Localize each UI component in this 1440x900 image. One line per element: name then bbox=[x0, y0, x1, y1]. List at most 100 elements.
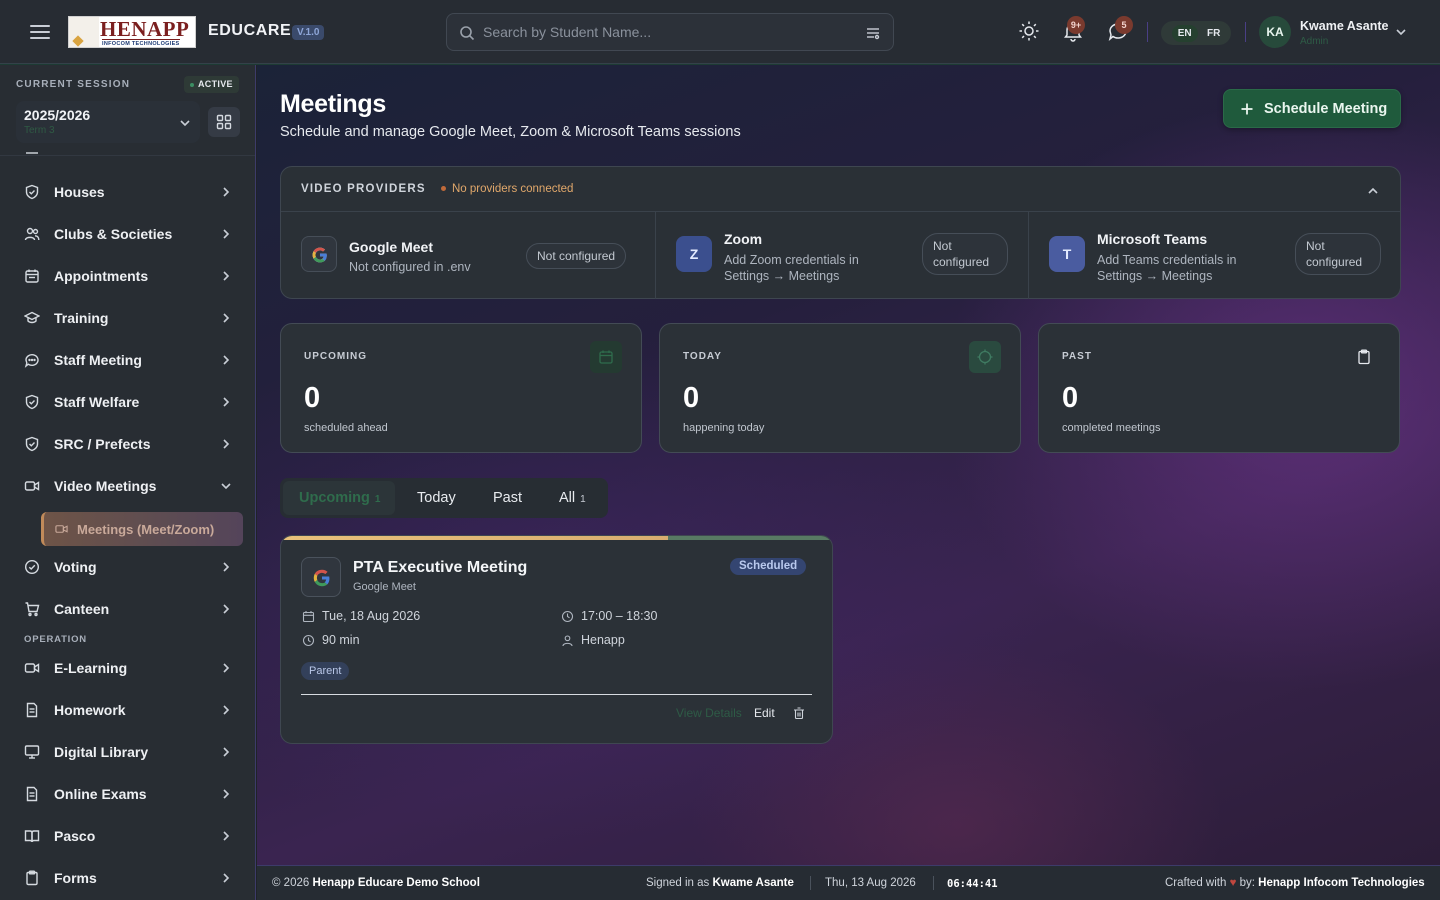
notifications-badge: 9+ bbox=[1067, 16, 1085, 34]
theme-toggle-sun-icon[interactable] bbox=[1018, 20, 1040, 42]
tab-all[interactable]: All 1 bbox=[559, 478, 586, 518]
sidebar-item-label: Training bbox=[54, 310, 109, 326]
session-selector[interactable]: 2025/2026 Term 3 bbox=[16, 101, 200, 143]
sidebar-item-homework[interactable]: Homework bbox=[16, 693, 240, 727]
crafted-suffix: by: bbox=[1239, 877, 1255, 889]
sidebar-item-staff-welfare[interactable]: Staff Welfare bbox=[16, 385, 240, 419]
book-icon bbox=[24, 830, 40, 843]
trash-icon[interactable] bbox=[793, 707, 805, 720]
video-icon bbox=[55, 525, 68, 533]
sidebar-item-pasco[interactable]: Pasco bbox=[16, 819, 240, 853]
tab-upcoming[interactable]: Upcoming 1 bbox=[283, 481, 395, 515]
schedule-meeting-button[interactable]: Schedule Meeting bbox=[1223, 89, 1401, 128]
session-status-badge: ACTIVE bbox=[184, 76, 239, 93]
calendar-icon bbox=[25, 269, 39, 283]
lang-en[interactable]: EN bbox=[1171, 24, 1198, 42]
stat-label: PAST bbox=[1062, 351, 1092, 362]
meeting-title: PTA Executive Meeting bbox=[353, 559, 528, 576]
provider-description: Not configured in .env bbox=[349, 260, 471, 274]
edit-meeting-button[interactable]: Edit bbox=[754, 706, 775, 720]
graduation-cap-icon bbox=[24, 311, 40, 324]
stat-value: 0 bbox=[1062, 382, 1079, 414]
video-providers-panel: VIDEO PROVIDERS No providers connected G… bbox=[280, 166, 1401, 299]
sidebar-item-label: Forms bbox=[54, 870, 97, 886]
provider-name: Zoom bbox=[724, 231, 763, 247]
school-name: Henapp Educare Demo School bbox=[312, 877, 480, 889]
sidebar-item-training[interactable]: Training bbox=[16, 301, 240, 335]
sidebar-item-src-prefects[interactable]: SRC / Prefects bbox=[16, 427, 240, 461]
calendar-icon bbox=[302, 611, 315, 623]
view-details-link[interactable]: View Details bbox=[676, 706, 742, 720]
scrolled-item-icon bbox=[26, 152, 38, 154]
provider-zoom: Z Zoom Add Zoom credentials in Settings … bbox=[655, 212, 1028, 299]
section-label-operation: OPERATION bbox=[24, 634, 87, 645]
sidebar-item-label: Appointments bbox=[54, 268, 149, 284]
stat-card-past: PAST 0 completed meetings bbox=[1038, 323, 1400, 453]
target-icon bbox=[969, 341, 1001, 373]
chevron-up-icon[interactable] bbox=[1366, 184, 1380, 198]
chevron-down-icon bbox=[180, 120, 190, 127]
sidebar-item-clubs[interactable]: Clubs & Societies bbox=[16, 217, 240, 251]
chevron-right-icon bbox=[223, 313, 230, 323]
stat-value: 0 bbox=[683, 382, 700, 414]
avatar[interactable]: KA bbox=[1259, 16, 1291, 48]
top-divider bbox=[1245, 22, 1246, 42]
sidebar-item-label: Video Meetings bbox=[54, 478, 157, 494]
provider-google-meet: Google Meet Not configured in .env Not c… bbox=[281, 212, 655, 299]
teams-logo-icon: T bbox=[1049, 236, 1085, 272]
chevron-down-icon[interactable] bbox=[1395, 26, 1407, 38]
sidebar-item-label: Staff Meeting bbox=[54, 352, 142, 368]
sidebar-item-forms[interactable]: Forms bbox=[16, 861, 240, 895]
sidebar-item-staff-meeting[interactable]: Staff Meeting bbox=[16, 343, 240, 377]
sidebar-item-houses[interactable]: Houses bbox=[16, 175, 240, 209]
audience-badge: Parent bbox=[301, 662, 350, 680]
sidebar-item-canteen[interactable]: Canteen bbox=[16, 592, 240, 626]
sidebar-item-label: Homework bbox=[54, 702, 126, 718]
stat-caption: completed meetings bbox=[1062, 422, 1161, 434]
sidebar-item-appointments[interactable]: Appointments bbox=[16, 259, 240, 293]
meeting-host-text: Henapp bbox=[581, 633, 625, 647]
top-bar: HENAPP INFOCOM TECHNOLOGIES EDUCARE V.1.… bbox=[0, 0, 1440, 64]
sidebar-item-online-exams[interactable]: Online Exams bbox=[16, 777, 240, 811]
google-logo-icon bbox=[301, 557, 341, 597]
chevron-right-icon bbox=[223, 705, 230, 715]
tab-past[interactable]: Past bbox=[493, 478, 522, 518]
google-g-icon bbox=[313, 569, 330, 587]
sidebar-item-video-meetings[interactable]: Video Meetings bbox=[16, 469, 240, 503]
session-year: 2025/2026 bbox=[24, 107, 91, 123]
tab-today[interactable]: Today bbox=[417, 478, 456, 518]
user-name[interactable]: Kwame Asante bbox=[1300, 19, 1388, 33]
document-icon bbox=[26, 702, 38, 718]
status-badge: Scheduled bbox=[730, 558, 807, 575]
sidebar-subitem-meetings[interactable]: Meetings (Meet/Zoom) bbox=[41, 512, 243, 546]
chevron-right-icon bbox=[223, 187, 230, 197]
top-divider bbox=[1147, 22, 1148, 42]
sidebar-item-label: Clubs & Societies bbox=[54, 226, 173, 242]
meeting-card[interactable]: PTA Executive Meeting Google Meet Schedu… bbox=[280, 535, 833, 744]
sidebar-item-label: SRC / Prefects bbox=[54, 436, 151, 452]
menu-toggle-icon[interactable] bbox=[28, 22, 52, 42]
provider-status-pill: Not configured bbox=[1295, 233, 1381, 275]
chevron-down-icon bbox=[221, 483, 231, 490]
meeting-divider bbox=[301, 694, 812, 695]
crafted-prefix: Crafted with bbox=[1165, 877, 1227, 889]
check-circle-icon bbox=[24, 559, 40, 575]
filter-icon[interactable] bbox=[865, 25, 881, 41]
apps-grid-button[interactable] bbox=[208, 107, 240, 137]
lang-fr[interactable]: FR bbox=[1207, 28, 1220, 39]
provider-status-pill: Not configured bbox=[526, 243, 627, 269]
student-search bbox=[446, 13, 894, 51]
tab-count: 1 bbox=[580, 494, 586, 505]
google-logo-icon bbox=[301, 236, 337, 272]
version-badge: V.1.0 bbox=[292, 25, 325, 40]
sidebar-item-label: Canteen bbox=[54, 601, 110, 617]
providers-status: No providers connected bbox=[441, 183, 573, 195]
search-input[interactable] bbox=[483, 14, 863, 50]
sidebar-item-elearning[interactable]: E-Learning bbox=[16, 651, 240, 685]
sidebar-item-voting[interactable]: Voting bbox=[16, 550, 240, 584]
sidebar-item-digital-library[interactable]: Digital Library bbox=[16, 735, 240, 769]
app-logo[interactable]: HENAPP INFOCOM TECHNOLOGIES bbox=[68, 16, 196, 48]
page-title: Meetings bbox=[280, 90, 386, 118]
video-icon bbox=[24, 481, 40, 491]
language-switcher: EN FR bbox=[1161, 21, 1231, 45]
